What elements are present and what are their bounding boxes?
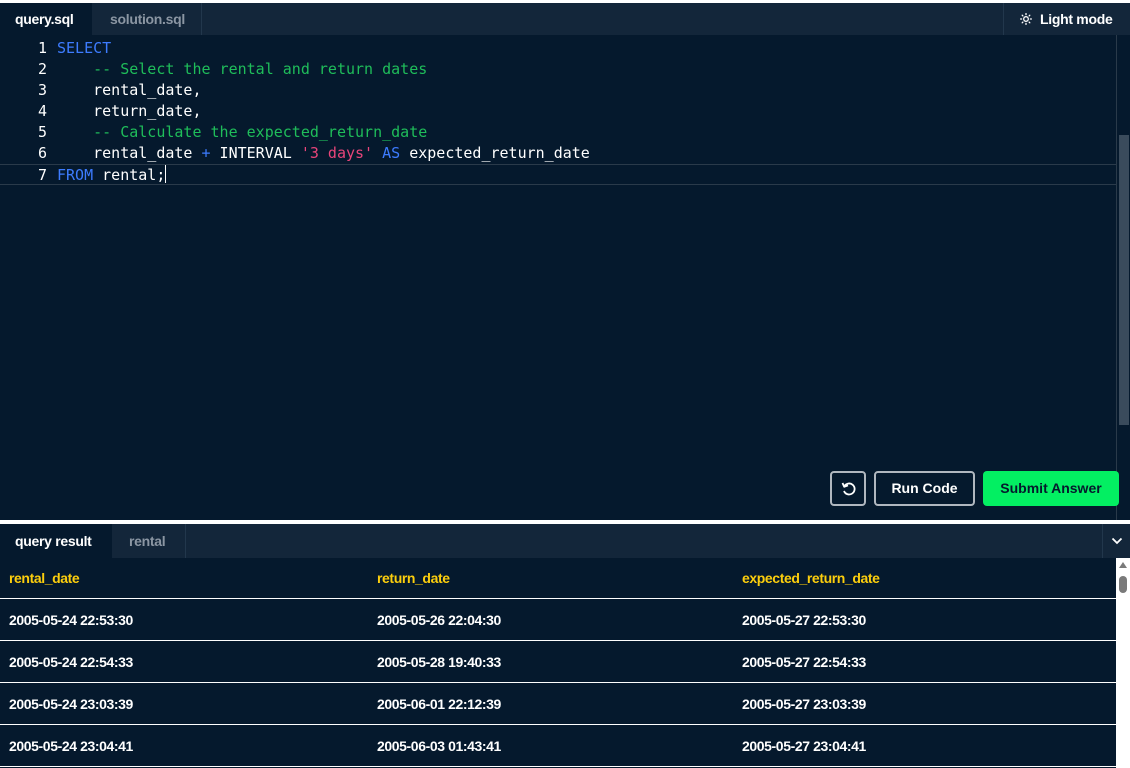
- reset-icon: [841, 482, 856, 496]
- results-table: rental_date return_date expected_return_…: [0, 558, 1116, 767]
- table-row: 2005-05-24 22:53:30 2005-05-26 22:04:30 …: [0, 599, 1116, 641]
- results-scrollbar-thumb[interactable]: [1119, 576, 1127, 593]
- table-cell: 2005-05-26 22:04:30: [377, 612, 501, 628]
- code-token: expected_return_date: [400, 144, 590, 162]
- light-mode-toggle[interactable]: Light mode: [1003, 3, 1130, 35]
- code-line[interactable]: 2 -- Select the rental and return dates: [0, 59, 1130, 80]
- table-row: 2005-05-24 22:54:33 2005-05-28 19:40:33 …: [0, 641, 1116, 683]
- line-number: 7: [37, 166, 47, 184]
- reset-code-button[interactable]: [830, 471, 866, 506]
- sql-editor-panel: query.sql solution.sql Light mode 1 SELEC…: [0, 3, 1130, 520]
- line-number: 1: [37, 39, 47, 57]
- tab-query-sql[interactable]: query.sql: [0, 3, 92, 35]
- table-cell: 2005-05-24 23:04:41: [9, 738, 133, 754]
- table-header-row: rental_date return_date expected_return_…: [0, 558, 1116, 599]
- editor-scrollbar-thumb[interactable]: [1119, 135, 1129, 425]
- table-cell: 2005-05-24 22:53:30: [9, 612, 133, 628]
- code-text[interactable]: rental_date + INTERVAL '3 days' AS expec…: [57, 143, 590, 164]
- scroll-up-icon[interactable]: [1119, 562, 1127, 568]
- code-token: '3 days': [300, 144, 374, 162]
- code-text[interactable]: rental_date,: [57, 80, 202, 101]
- table-cell: 2005-05-28 19:40:33: [377, 654, 501, 670]
- line-number: 4: [37, 102, 47, 120]
- line-number: 5: [37, 123, 47, 141]
- table-row: 2005-05-24 23:03:39 2005-06-01 22:12:39 …: [0, 683, 1116, 725]
- column-header[interactable]: rental_date: [9, 558, 80, 598]
- table-cell: 2005-06-03 01:43:41: [377, 738, 501, 754]
- chevron-down-icon: [1111, 537, 1123, 545]
- line-number: 6: [37, 144, 47, 162]
- code-text[interactable]: FROM rental;: [57, 165, 167, 186]
- tab-solution-sql[interactable]: solution.sql: [92, 3, 202, 35]
- table-cell: 2005-05-27 23:04:41: [742, 738, 866, 754]
- results-tab-bar: query result rental: [0, 524, 1130, 558]
- code-text[interactable]: return_date,: [57, 101, 202, 122]
- code-line[interactable]: 5 -- Calculate the expected_return_date: [0, 122, 1130, 143]
- code-token: AS: [382, 144, 401, 162]
- text-cursor: [165, 165, 167, 183]
- sun-icon: [1020, 13, 1032, 25]
- collapse-results-button[interactable]: [1102, 524, 1130, 558]
- results-panel: query result rental rental_date return_d…: [0, 524, 1130, 768]
- table-cell: 2005-06-01 22:12:39: [377, 696, 501, 712]
- code-token: rental_date: [57, 144, 202, 162]
- table-cell: 2005-05-24 22:54:33: [9, 654, 133, 670]
- editor-tab-bar: query.sql solution.sql Light mode: [0, 3, 1130, 35]
- column-header[interactable]: expected_return_date: [742, 558, 880, 598]
- code-token: return_date,: [57, 102, 202, 120]
- code-line[interactable]: 4 return_date,: [0, 101, 1130, 122]
- code-token: SELECT: [57, 39, 112, 57]
- run-code-button[interactable]: Run Code: [874, 471, 975, 506]
- code-line[interactable]: 6 rental_date + INTERVAL '3 days' AS exp…: [0, 143, 1130, 164]
- code-line[interactable]: 1 SELECT: [0, 38, 1130, 59]
- table-row: 2005-05-24 23:04:41 2005-06-03 01:43:41 …: [0, 725, 1116, 767]
- submit-answer-button[interactable]: Submit Answer: [983, 471, 1119, 506]
- line-number: 2: [37, 60, 47, 78]
- code-token: +: [201, 144, 211, 162]
- code-token: FROM: [57, 166, 94, 184]
- line-number: 3: [37, 81, 47, 99]
- code-editor[interactable]: 1 SELECT 2 -- Select the rental and return…: [0, 35, 1130, 520]
- code-line[interactable]: 7 FROM rental;: [0, 164, 1130, 185]
- code-text[interactable]: -- Select the rental and return dates: [57, 59, 427, 80]
- table-cell: 2005-05-27 22:54:33: [742, 654, 866, 670]
- table-cell: 2005-05-27 22:53:30: [742, 612, 866, 628]
- table-cell: 2005-05-24 23:03:39: [9, 696, 133, 712]
- table-cell: 2005-05-27 23:03:39: [742, 696, 866, 712]
- code-token: INTERVAL: [210, 144, 301, 162]
- code-line[interactable]: 3 rental_date,: [0, 80, 1130, 101]
- column-header[interactable]: return_date: [377, 558, 450, 598]
- code-text[interactable]: SELECT: [57, 38, 111, 59]
- code-token: rental_date,: [57, 81, 202, 99]
- tab-query-result[interactable]: query result: [0, 524, 112, 558]
- code-token: rental;: [93, 166, 166, 184]
- tab-rental[interactable]: rental: [112, 524, 186, 558]
- code-token: -- Calculate the expected_return_date: [93, 123, 428, 141]
- editor-scrollbar[interactable]: [1116, 35, 1130, 520]
- light-mode-label: Light mode: [1040, 11, 1113, 27]
- code-token: -- Select the rental and return dates: [93, 60, 428, 78]
- results-scrollbar[interactable]: [1116, 558, 1130, 768]
- code-text[interactable]: -- Calculate the expected_return_date: [57, 122, 427, 143]
